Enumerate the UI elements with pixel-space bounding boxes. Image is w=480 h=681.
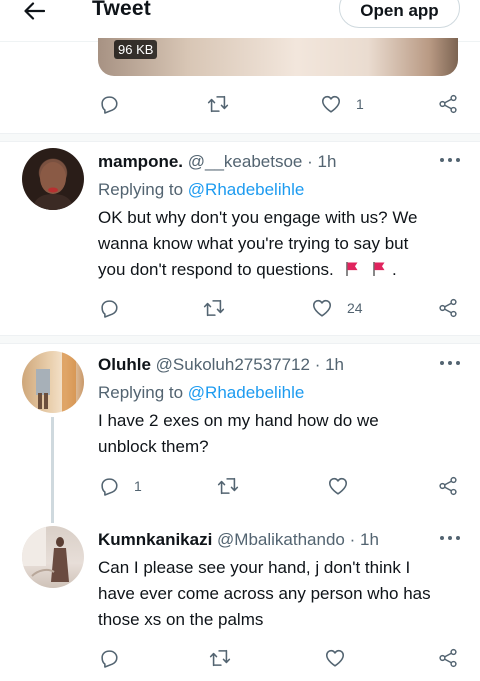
share-icon bbox=[439, 648, 457, 668]
retweet-button[interactable] bbox=[209, 645, 245, 671]
like-button[interactable] bbox=[324, 645, 360, 671]
top-bar: Tweet Open app bbox=[0, 0, 480, 42]
retweet-icon bbox=[209, 649, 231, 667]
reply-icon bbox=[101, 96, 118, 114]
back-button[interactable] bbox=[18, 0, 50, 22]
retweet-button[interactable] bbox=[207, 91, 243, 117]
more-icon bbox=[440, 536, 444, 540]
section-divider bbox=[0, 133, 480, 142]
like-button[interactable] bbox=[327, 473, 363, 499]
red-flag-icon bbox=[346, 262, 358, 276]
avatar[interactable] bbox=[22, 148, 84, 210]
user-handle[interactable]: @Mbalikathando bbox=[217, 530, 345, 549]
avatar[interactable] bbox=[22, 526, 84, 588]
back-arrow-icon bbox=[24, 2, 45, 20]
open-app-button[interactable]: Open app bbox=[339, 0, 460, 28]
like-icon bbox=[325, 649, 345, 667]
reply-button[interactable] bbox=[98, 645, 134, 671]
reply-count: 1 bbox=[134, 478, 142, 494]
tweet-actions bbox=[0, 645, 480, 671]
tweet-text: OK but why don't you engage with us? We … bbox=[98, 208, 418, 279]
reply-icon bbox=[101, 650, 118, 668]
page-title: Tweet bbox=[92, 0, 151, 20]
display-name[interactable]: Oluhle bbox=[98, 355, 151, 374]
display-name[interactable]: mampone. bbox=[98, 152, 183, 171]
tweet-header: mampone. @__keabetsoe · 1h bbox=[98, 152, 336, 172]
tweet-actions: 1 bbox=[0, 473, 480, 499]
share-button[interactable] bbox=[437, 645, 459, 671]
more-options-button[interactable] bbox=[440, 358, 460, 368]
reply-icon bbox=[101, 300, 118, 318]
avatar[interactable] bbox=[22, 351, 84, 413]
user-handle[interactable]: @Sukoluh27537712 bbox=[156, 355, 310, 374]
retweet-icon bbox=[217, 477, 239, 495]
like-icon bbox=[321, 95, 341, 113]
share-button[interactable] bbox=[437, 91, 459, 117]
retweet-icon bbox=[203, 299, 225, 317]
thread-connector bbox=[51, 417, 54, 523]
like-icon bbox=[328, 477, 348, 495]
retweet-button[interactable] bbox=[217, 473, 253, 499]
main-tweet-actions: 1 bbox=[0, 91, 480, 117]
media-size-badge: 96 KB bbox=[114, 40, 158, 59]
tweet-text: I have 2 exes on my hand how do we unblo… bbox=[98, 411, 379, 456]
like-icon bbox=[312, 299, 332, 317]
mention-link[interactable]: @Rhadebelihle bbox=[188, 383, 305, 402]
avatar-photo bbox=[32, 162, 74, 210]
replying-to: Replying to @Rhadebelihle bbox=[98, 383, 305, 402]
section-divider bbox=[0, 335, 480, 344]
retweet-icon bbox=[207, 95, 229, 113]
like-button[interactable]: 1 bbox=[320, 91, 364, 117]
avatar-photo bbox=[36, 351, 76, 413]
retweet-button[interactable] bbox=[203, 295, 239, 321]
like-count: 1 bbox=[356, 96, 364, 112]
tweet-media-image[interactable]: 96 KB bbox=[98, 38, 458, 76]
user-handle[interactable]: @__keabetsoe bbox=[188, 152, 303, 171]
share-icon bbox=[439, 298, 457, 318]
share-icon bbox=[439, 476, 457, 496]
more-options-button[interactable] bbox=[440, 533, 460, 543]
more-options-button[interactable] bbox=[440, 155, 460, 165]
reply-button[interactable] bbox=[98, 91, 134, 117]
reply-button[interactable]: 1 bbox=[98, 473, 142, 499]
replying-to: Replying to @Rhadebelihle bbox=[98, 180, 305, 199]
timestamp[interactable]: · 1h bbox=[307, 152, 336, 171]
share-button[interactable] bbox=[437, 473, 459, 499]
share-button[interactable] bbox=[437, 295, 459, 321]
reply-button[interactable] bbox=[98, 295, 134, 321]
tweet-text: Can I please see your hand, j don't thin… bbox=[98, 558, 431, 629]
timestamp[interactable]: · 1h bbox=[350, 530, 379, 549]
like-count: 24 bbox=[347, 300, 363, 316]
timestamp[interactable]: · 1h bbox=[315, 355, 344, 374]
tweet-actions: 24 bbox=[0, 295, 480, 321]
more-icon bbox=[440, 361, 444, 365]
reply-icon bbox=[101, 478, 118, 496]
tweet-header: Kumnkanikazi @Mbalikathando · 1h bbox=[98, 530, 379, 550]
red-flag-icon bbox=[373, 262, 385, 276]
mention-link[interactable]: @Rhadebelihle bbox=[188, 180, 305, 199]
share-icon bbox=[439, 94, 457, 114]
more-icon bbox=[440, 158, 444, 162]
display-name[interactable]: Kumnkanikazi bbox=[98, 530, 212, 549]
like-button[interactable]: 24 bbox=[311, 295, 363, 321]
tweet-header: Oluhle @Sukoluh27537712 · 1h bbox=[98, 355, 344, 375]
avatar-photo bbox=[22, 526, 69, 582]
